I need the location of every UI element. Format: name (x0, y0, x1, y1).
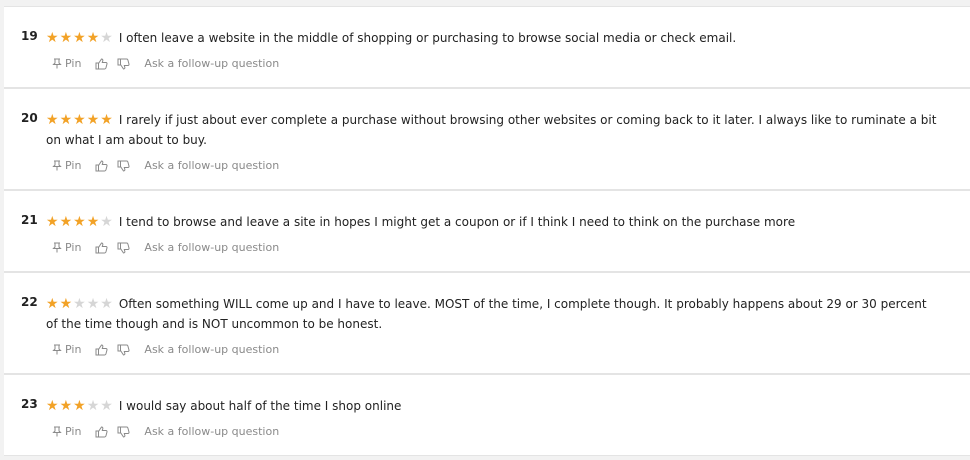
thumbs-down-icon (117, 344, 130, 356)
pin-label: Pin (65, 241, 82, 254)
thumbs-down-button[interactable] (117, 426, 130, 438)
thumbs-up-button[interactable] (95, 425, 108, 438)
response-text: I tend to browse and leave a site in hop… (118, 215, 796, 229)
star-filled-icon: ★ (59, 214, 74, 230)
thumbs-up-button[interactable] (95, 159, 108, 172)
star-filled-icon: ★ (46, 398, 60, 414)
star-filled-icon: ★ (100, 112, 114, 128)
follow-up-link[interactable]: Ask a follow-up question (144, 425, 279, 438)
star-filled-icon: ★ (59, 30, 74, 46)
thumbs-up-button[interactable] (95, 241, 108, 254)
pin-button[interactable]: Pin (52, 241, 81, 254)
thumbs-down-icon (117, 426, 130, 438)
thumbs-down-button[interactable] (117, 242, 130, 254)
star-empty-icon: ★ (100, 30, 114, 46)
pin-button[interactable]: Pin (52, 159, 81, 172)
star-filled-icon: ★ (86, 112, 101, 128)
thumbs-down-icon (117, 58, 130, 70)
thumbs-down-button[interactable] (117, 58, 130, 70)
pin-icon (52, 58, 62, 69)
response-text: I often leave a website in the middle of… (118, 31, 737, 45)
response-number: 21 (21, 213, 38, 227)
pin-label: Pin (65, 343, 82, 356)
star-empty-icon: ★ (86, 296, 101, 312)
star-filled-icon: ★ (73, 112, 87, 128)
star-empty-icon: ★ (100, 214, 114, 230)
pin-label: Pin (65, 159, 82, 172)
response-body: ★★★★★ Often something WILL come up and I … (46, 294, 940, 334)
response-text: Often something WILL come up and I have … (46, 297, 927, 331)
pin-icon (52, 242, 62, 253)
star-empty-icon: ★ (100, 296, 114, 312)
star-filled-icon: ★ (86, 30, 101, 46)
thumbs-up-icon (95, 343, 108, 355)
response-card: 20 ★★★★★ I rarely if just about ever comp… (4, 88, 970, 190)
response-text: I would say about half of the time I sho… (118, 399, 402, 413)
thumbs-down-icon (117, 242, 130, 254)
response-actions: Pin Ask a follow-up question (52, 425, 279, 438)
star-rating: ★★★★★ (46, 294, 114, 314)
response-card: 21 ★★★★★ I tend to browse and leave a sit… (4, 190, 970, 272)
pin-button[interactable]: Pin (52, 57, 81, 70)
pin-button[interactable]: Pin (52, 425, 81, 438)
star-rating: ★★★★★ (46, 28, 114, 48)
response-body: ★★★★★ I often leave a website in the midd… (46, 28, 940, 48)
follow-up-link[interactable]: Ask a follow-up question (144, 159, 279, 172)
thumbs-up-icon (95, 57, 108, 69)
star-empty-icon: ★ (73, 296, 87, 312)
response-body: ★★★★★ I would say about half of the time … (46, 396, 940, 416)
response-actions: Pin Ask a follow-up question (52, 57, 279, 70)
response-body: ★★★★★ I rarely if just about ever complet… (46, 110, 940, 150)
star-filled-icon: ★ (46, 296, 60, 312)
star-filled-icon: ★ (46, 214, 60, 230)
response-number: 19 (21, 29, 38, 43)
star-filled-icon: ★ (73, 214, 87, 230)
response-text: I rarely if just about ever complete a p… (46, 113, 937, 147)
thumbs-up-icon (95, 241, 108, 253)
star-filled-icon: ★ (46, 112, 60, 128)
follow-up-link[interactable]: Ask a follow-up question (144, 57, 279, 70)
pin-label: Pin (65, 57, 82, 70)
thumbs-up-icon (95, 159, 108, 171)
pin-icon (52, 426, 62, 437)
response-card: 23 ★★★★★ I would say about half of the ti… (4, 374, 970, 456)
star-empty-icon: ★ (100, 398, 114, 414)
thumbs-up-button[interactable] (95, 57, 108, 70)
response-actions: Pin Ask a follow-up question (52, 159, 279, 172)
star-filled-icon: ★ (59, 112, 74, 128)
response-actions: Pin Ask a follow-up question (52, 241, 279, 254)
responses-list: 19 ★★★★★ I often leave a website in the m… (0, 0, 970, 460)
star-filled-icon: ★ (59, 398, 74, 414)
star-empty-icon: ★ (86, 398, 101, 414)
pin-icon (52, 344, 62, 355)
response-number: 22 (21, 295, 38, 309)
response-actions: Pin Ask a follow-up question (52, 343, 279, 356)
response-card: 19 ★★★★★ I often leave a website in the m… (4, 6, 970, 88)
star-rating: ★★★★★ (46, 110, 114, 130)
thumbs-down-button[interactable] (117, 160, 130, 172)
star-rating: ★★★★★ (46, 212, 114, 232)
response-number: 23 (21, 397, 38, 411)
star-filled-icon: ★ (73, 30, 87, 46)
star-filled-icon: ★ (86, 214, 101, 230)
thumbs-down-icon (117, 160, 130, 172)
response-number: 20 (21, 111, 38, 125)
pin-label: Pin (65, 425, 82, 438)
star-filled-icon: ★ (73, 398, 87, 414)
thumbs-down-button[interactable] (117, 344, 130, 356)
pin-icon (52, 160, 62, 171)
thumbs-up-icon (95, 425, 108, 437)
pin-button[interactable]: Pin (52, 343, 81, 356)
star-filled-icon: ★ (59, 296, 74, 312)
thumbs-up-button[interactable] (95, 343, 108, 356)
follow-up-link[interactable]: Ask a follow-up question (144, 343, 279, 356)
response-card: 22 ★★★★★ Often something WILL come up and… (4, 272, 970, 374)
response-body: ★★★★★ I tend to browse and leave a site i… (46, 212, 940, 232)
star-filled-icon: ★ (46, 30, 60, 46)
star-rating: ★★★★★ (46, 396, 114, 416)
follow-up-link[interactable]: Ask a follow-up question (144, 241, 279, 254)
